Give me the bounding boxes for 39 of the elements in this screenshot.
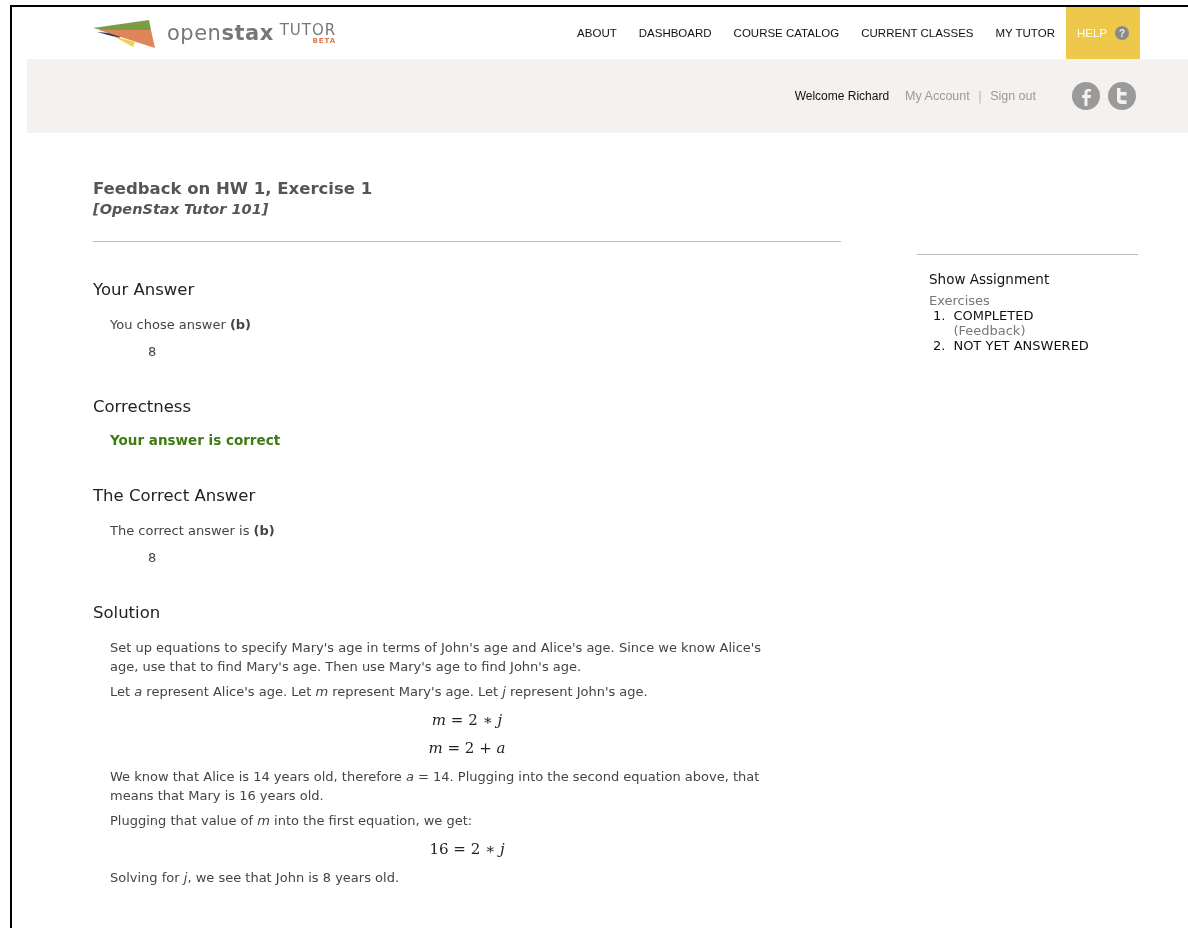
nav-link[interactable]: COURSE CATALOG [722,7,851,59]
section-heading: Correctness [93,397,193,416]
separator: | [977,88,983,104]
equation: 16 = 2 ∗ j [428,840,506,858]
solution-paragraph: We know that Alice is 14 years old, therefore a = 14. Plugging into the second equation above, that means that Mary is 16 years old. [110,768,761,805]
show-assignment-link[interactable]: Show Assignment [929,271,1138,287]
welcome-text: Welcome Richard [794,89,890,103]
exercises-label: Exercises [929,293,991,308]
section-heading: The Correct Answer [93,486,257,505]
solution-paragraph: Solving for j, we see that John is 8 years old. [110,869,401,887]
twitter-icon[interactable] [1108,82,1136,110]
section-heading: Solution [93,603,162,622]
solution-paragraph: Plugging that value of m into the first equation, we get: [110,812,474,830]
section-heading: Your Answer [93,280,196,299]
logo-text: openstax [167,21,274,45]
equation: m = 2 + a [427,739,507,757]
feedback-link[interactable]: (Feedback) [953,323,1034,338]
course-name: [OpenStax Tutor 101] [93,201,270,217]
help-icon: ? [1115,26,1129,40]
facebook-icon[interactable] [1072,82,1100,110]
logo-icon [93,18,155,48]
solution-paragraph: Let a represent Alice's age. Let m represent Mary's age. Let j represent John's age. [110,683,649,701]
answer-value: 8 [148,344,158,359]
nav-link[interactable]: MY TUTOR [984,7,1066,59]
product-name: TUTOR [279,23,337,38]
solution-paragraph: Set up equations to specify Mary's age in terms of John's age and Alice's age. Since we know Alice's age, use that to find Mary's age. Then use Mary's age to find John's age. [110,639,763,676]
correctness-message: Your answer is correct [110,432,282,448]
exercise-status[interactable]: NOT YET ANSWERED [953,338,1089,353]
item-number: 2. [933,338,946,353]
page-title: Feedback on HW 1, Exercise 1 [93,179,374,198]
nav-link[interactable]: ABOUT [566,7,628,59]
answer-text: You chose answer (b) [110,316,253,334]
answer-text: The correct answer is (b) [110,522,276,540]
nav-link[interactable]: DASHBOARD [627,7,723,59]
item-number: 1. [933,308,946,325]
exercise-status[interactable]: COMPLETED [953,308,1034,323]
nav-link[interactable]: CURRENT CLASSES [850,7,985,59]
answer-value: 8 [148,550,158,565]
equation: m = 2 ∗ j [430,711,504,729]
